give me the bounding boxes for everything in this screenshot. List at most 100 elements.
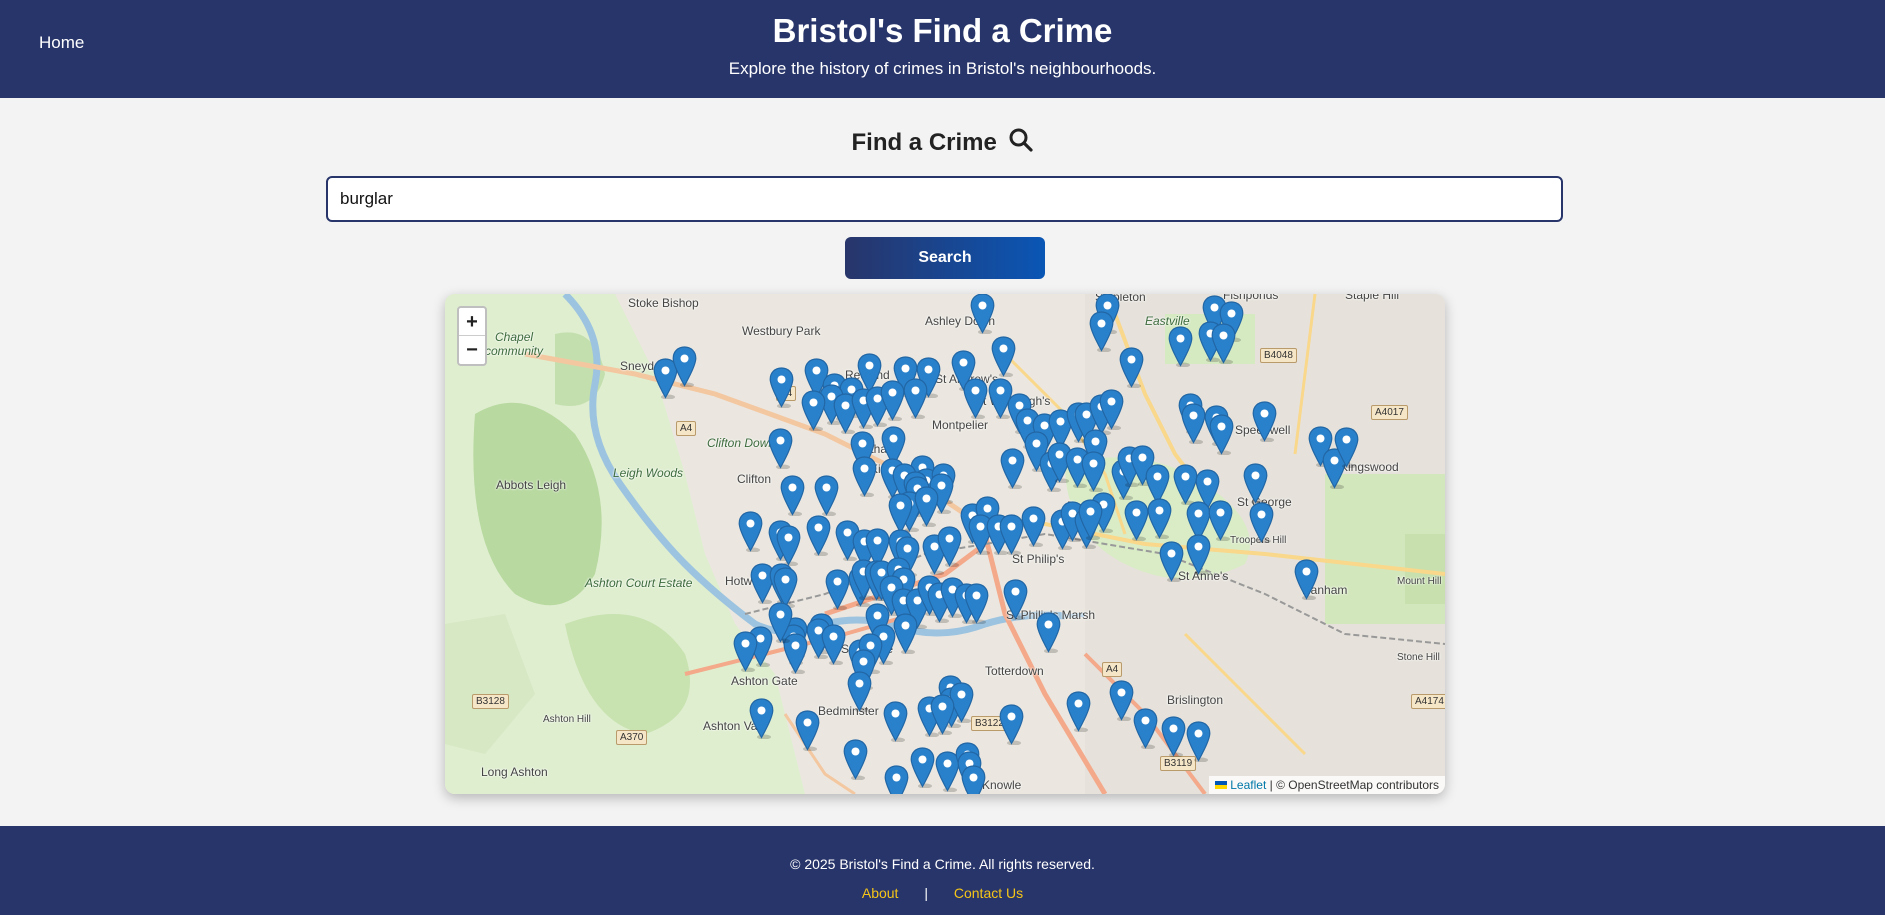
place-label: Ashton Gate	[731, 674, 798, 688]
map-attribution: Leaflet | © OpenStreetMap contributors	[1209, 776, 1445, 794]
crime-marker-icon[interactable]	[1119, 347, 1144, 388]
crime-marker-icon[interactable]	[776, 525, 801, 566]
footer-links: About | Contact Us	[0, 885, 1885, 901]
crime-marker-icon[interactable]	[1000, 448, 1025, 489]
crime-marker-icon[interactable]	[1109, 680, 1134, 721]
search-icon	[1009, 128, 1033, 152]
crime-marker-icon[interactable]	[738, 511, 763, 552]
crime-marker-icon[interactable]	[1081, 451, 1106, 492]
crime-marker-icon[interactable]	[847, 671, 872, 712]
about-link[interactable]: About	[862, 885, 899, 901]
crime-marker-icon[interactable]	[937, 526, 962, 567]
crime-marker-icon[interactable]	[1249, 502, 1274, 543]
crime-marker-icon[interactable]	[733, 631, 758, 672]
crime-marker-icon[interactable]	[1066, 691, 1091, 732]
zoom-out-button[interactable]: −	[459, 336, 485, 364]
search-input[interactable]	[326, 176, 1563, 222]
crime-marker-icon[interactable]	[1161, 716, 1186, 757]
site-tagline: Explore the history of crimes in Bristol…	[728, 59, 1157, 78]
place-label: Long Ashton	[481, 765, 548, 779]
place-label: Totterdown	[985, 664, 1044, 678]
crime-marker-icon[interactable]	[749, 698, 774, 739]
find-crime-heading-text: Find a Crime	[851, 129, 997, 156]
place-label: Stoke Bishop	[628, 296, 699, 310]
crime-marker-icon[interactable]	[801, 390, 826, 431]
crime-marker-icon[interactable]	[964, 583, 989, 624]
crime-marker-icon[interactable]	[821, 624, 846, 665]
road-label: A370	[616, 730, 648, 745]
zoom-control: + −	[457, 306, 487, 366]
crime-marker-icon[interactable]	[672, 346, 697, 387]
crime-marker-icon[interactable]	[914, 486, 939, 527]
crime-marker-icon[interactable]	[1334, 427, 1359, 468]
footer-separator: |	[924, 885, 928, 901]
search-button[interactable]: Search	[845, 237, 1045, 279]
crime-marker-icon[interactable]	[1089, 311, 1114, 352]
crime-marker-icon[interactable]	[999, 704, 1024, 745]
crime-marker-icon[interactable]	[1186, 721, 1211, 762]
crime-marker-icon[interactable]	[1078, 499, 1103, 540]
road-label: B3128	[472, 694, 509, 709]
crime-marker-icon[interactable]	[1252, 401, 1277, 442]
place-label: Staple Hill	[1345, 294, 1400, 302]
crime-marker-icon[interactable]	[769, 367, 794, 408]
crime-marker-icon[interactable]	[768, 428, 793, 469]
crime-marker-icon[interactable]	[1099, 389, 1124, 430]
road-label: A4017	[1371, 405, 1408, 420]
crime-marker-icon[interactable]	[961, 765, 986, 794]
ukraine-flag-icon	[1215, 781, 1228, 789]
crime-marker-icon[interactable]	[1133, 708, 1158, 749]
crime-marker-icon[interactable]	[888, 493, 913, 534]
place-label: Knowle	[982, 778, 1022, 792]
crime-marker-icon[interactable]	[1208, 500, 1233, 541]
crime-marker-icon[interactable]	[1124, 500, 1149, 541]
crime-map[interactable]: Stoke Bishop Westbury Park Ashley Down S…	[445, 294, 1445, 794]
crime-marker-icon[interactable]	[1036, 612, 1061, 653]
crime-marker-icon[interactable]	[910, 747, 935, 788]
crime-marker-icon[interactable]	[893, 613, 918, 654]
place-label: Brislington	[1167, 693, 1224, 707]
place-label: Montpelier	[932, 418, 989, 432]
crime-marker-icon[interactable]	[963, 378, 988, 419]
crime-marker-icon[interactable]	[1168, 326, 1193, 367]
crime-marker-icon[interactable]	[1209, 414, 1234, 455]
crime-marker-icon[interactable]	[1021, 506, 1046, 547]
crime-marker-icon[interactable]	[903, 378, 928, 419]
crime-marker-icon[interactable]	[852, 456, 877, 497]
crime-marker-icon[interactable]	[970, 294, 995, 334]
crime-marker-icon[interactable]	[780, 475, 805, 516]
crime-marker-icon[interactable]	[843, 739, 868, 780]
copyright-text: © 2025 Bristol's Find a Crime. All right…	[790, 856, 1095, 872]
crime-marker-icon[interactable]	[814, 475, 839, 516]
crime-marker-icon[interactable]	[883, 701, 908, 742]
place-label: community	[485, 344, 544, 358]
crime-marker-icon[interactable]	[1243, 463, 1268, 504]
zoom-in-button[interactable]: +	[459, 308, 485, 336]
crime-marker-icon[interactable]	[1181, 403, 1206, 444]
crime-marker-icon[interactable]	[1211, 323, 1236, 364]
crime-marker-icon[interactable]	[930, 694, 955, 735]
crime-marker-icon[interactable]	[1159, 541, 1184, 582]
crime-marker-icon[interactable]	[825, 569, 850, 610]
crime-marker-icon[interactable]	[795, 710, 820, 751]
leaflet-link[interactable]: Leaflet	[1230, 778, 1266, 792]
place-label: Clifton	[737, 472, 772, 486]
crime-marker-icon[interactable]	[884, 765, 909, 794]
crime-marker-icon[interactable]	[768, 602, 793, 643]
crime-marker-icon[interactable]	[1147, 498, 1172, 539]
crime-marker-icon[interactable]	[880, 380, 905, 421]
crime-marker-icon[interactable]	[991, 336, 1016, 377]
crime-marker-icon[interactable]	[1294, 559, 1319, 600]
crime-marker-icon[interactable]	[1186, 534, 1211, 575]
place-label: Leigh Woods	[613, 466, 684, 480]
osm-attribution-text: | © OpenStreetMap contributors	[1269, 778, 1439, 792]
contact-link[interactable]: Contact Us	[954, 885, 1023, 901]
crime-marker-icon[interactable]	[806, 515, 831, 556]
place-label: Westbury Park	[742, 324, 821, 338]
site-header: Home Bristol's Find a Crime Explore the …	[0, 0, 1885, 98]
place-label: Chapel	[495, 330, 534, 344]
site-title: Bristol's Find a Crime	[772, 12, 1113, 49]
place-label: Abbots Leigh	[496, 478, 567, 492]
road-label: A4	[1102, 662, 1123, 677]
crime-marker-icon[interactable]	[1003, 579, 1028, 620]
